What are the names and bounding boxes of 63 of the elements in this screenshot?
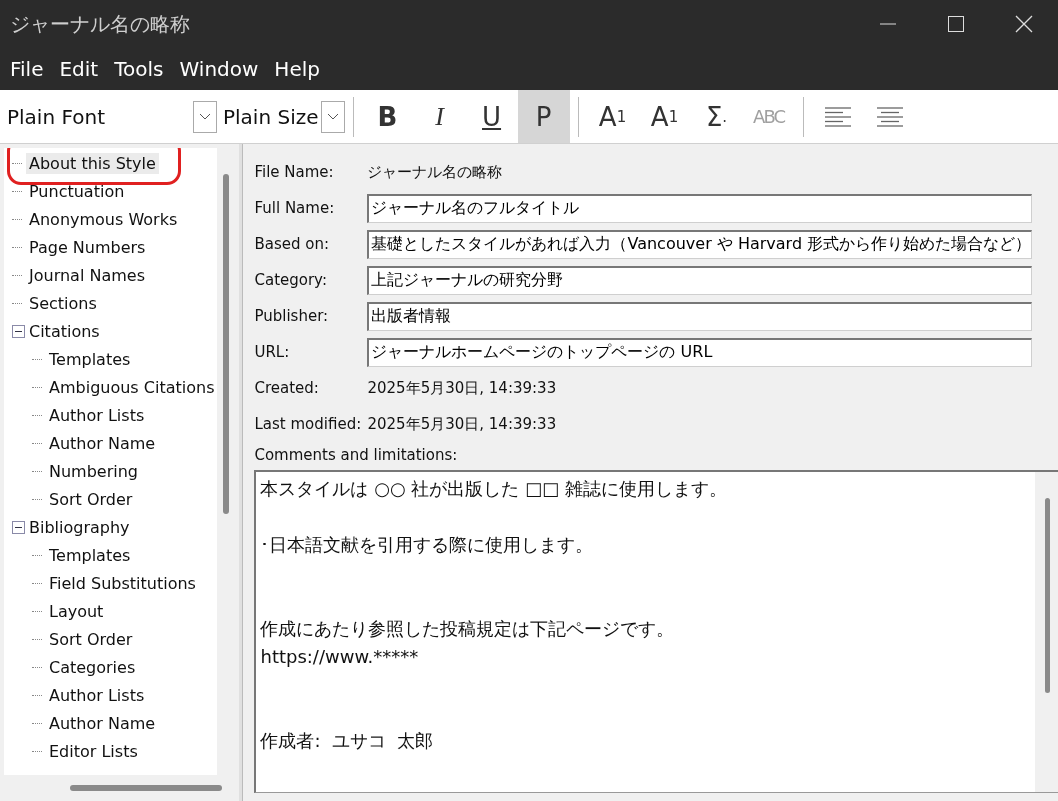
menu-item[interactable]: Edit [59,57,99,81]
input-field[interactable]: 基礎としたスタイルがあれば入力（Vancouver や Harvard 形式から作り始めた場合など） [367,229,1033,259]
input-field[interactable]: 上記ジャーナルの研究分野 [367,265,1033,295]
tree-item[interactable]: Templates [46,348,134,370]
field-label: URL: [254,343,291,361]
collapse-icon[interactable] [12,324,25,338]
field-label: Full Name: [254,199,336,217]
chevron-down-icon [326,112,339,121]
font-name: Plain Font [6,104,106,129]
field-label: Based on: [254,235,331,253]
tree-item[interactable]: Punctuation [26,180,128,202]
script-button[interactable]: A$^{1}$ [586,90,639,143]
size-dropdown-button[interactable] [320,100,345,133]
field-label: File Name: [254,163,335,181]
tree-item[interactable]: Sections [26,292,100,314]
tree-item[interactable]: Author Lists [46,404,148,426]
tree-item[interactable]: Sort Order [46,628,136,650]
tree-item[interactable]: Author Lists [46,684,148,706]
minimize-icon [880,23,896,25]
tree-item[interactable]: About this Style [26,152,159,174]
field-value: 2025年5月30日, 14:39:33 [367,414,557,434]
tree-item[interactable]: Page Numbers [26,236,149,258]
tree-item[interactable]: Bibliography [26,516,133,538]
align-center-icon [875,105,904,128]
tree-item[interactable]: Numbering [46,460,141,482]
menu-item[interactable]: Tools [114,57,164,81]
tree-item[interactable]: Categories [46,656,139,678]
tree-item[interactable]: Author Name [46,432,159,454]
field-value: 2025年5月30日, 14:39:33 [367,378,557,398]
italic-button[interactable]: I [413,90,466,143]
font-dropdown-button[interactable] [193,100,217,133]
tree-item[interactable]: Editor Lists [46,740,141,762]
tree-item[interactable]: Citations [26,320,103,342]
field-label: Comments and limitations: [254,446,459,464]
bold-button[interactable]: B [361,90,414,143]
field-value: ジャーナル名の略称 [367,162,503,182]
chevron-down-icon [199,112,211,121]
tree-item[interactable]: Author Name [46,712,159,734]
input-field[interactable]: ジャーナル名のフルタイトル [367,193,1033,223]
tree-item[interactable]: Layout [46,600,107,622]
input-field[interactable]: 出版者情報 [367,301,1033,331]
tree-item[interactable]: Journal Names [26,264,148,286]
tree-item[interactable]: Sort Order [46,488,136,510]
close-icon [1015,15,1033,33]
tree-item[interactable]: Field Substitutions [46,572,199,594]
underline-button[interactable]: U [465,90,518,143]
collapse-icon[interactable] [12,520,25,534]
tree-item[interactable]: Anonymous Works [26,208,181,230]
field-label: Publisher: [254,307,330,325]
field-label: Created: [254,379,320,397]
maximize-icon [948,16,964,32]
font-size-name: Plain Size [222,104,320,129]
plain-button[interactable]: P [517,90,570,143]
field-label: Category: [254,271,328,289]
menu-item[interactable]: File [10,57,44,81]
field-label: Last modified: [254,415,363,433]
tree-item[interactable]: Ambiguous Citations [46,376,218,398]
menu-item[interactable]: Window [179,57,259,81]
input-field[interactable]: ジャーナルホームページのトップページの URL [367,337,1033,367]
align-left-icon [823,105,852,128]
window-title: ジャーナル名の略称 [10,10,191,38]
tree-item[interactable]: Templates [46,544,134,566]
menu-item[interactable]: Help [274,57,320,81]
